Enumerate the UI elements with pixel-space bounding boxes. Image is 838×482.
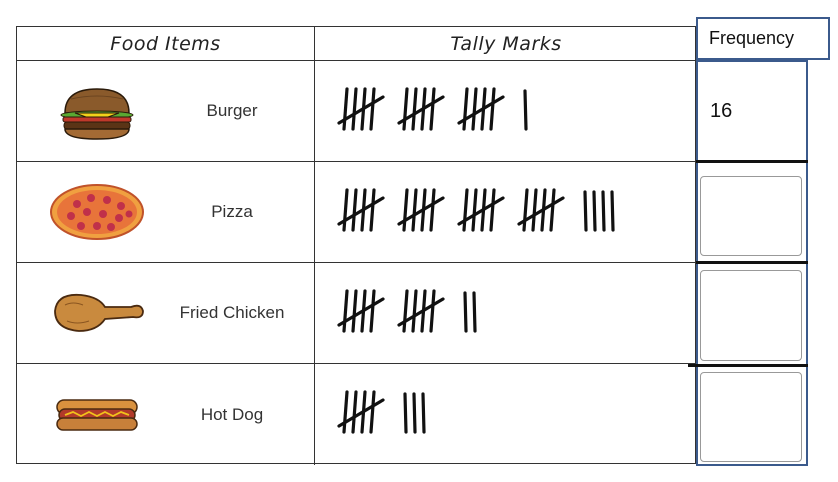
table-row-fried-chicken: Fried Chicken [17,263,695,364]
tally-stroke [351,188,358,232]
food-name: Hot Dog [200,404,264,424]
frequency-input-fried-chicken[interactable] [700,270,802,361]
tally-stroke [351,289,358,333]
food-cell: Fried Chicken [17,263,314,363]
food-name: Burger [206,101,258,120]
tally-marks [337,87,528,131]
pizza-icon [50,184,144,240]
tally-stroke [342,390,349,434]
frequency-value-burger: 16 [710,100,733,122]
frequency-input-pizza[interactable] [700,176,802,256]
tally-stroke [429,289,436,333]
table-row-pizza: Pizza [17,162,695,263]
food-name: Fried Chicken [179,303,285,322]
tally-stroke [412,392,417,434]
tally-stroke [342,289,349,333]
tally-stroke [592,190,597,232]
tally-stroke [522,188,529,232]
tally-marks-header: Tally Marks [314,27,697,60]
food-name: Pizza [211,202,253,221]
tally-marks [337,390,426,434]
tally-stroke [549,188,556,232]
tally-cell [314,364,697,465]
tally-table: Food Items Tally Marks Burger Pizza Frie… [16,26,696,465]
tally-stroke [429,87,436,131]
tally-stroke [429,188,436,232]
table-row-hot-dog: Hot Dog [17,364,695,465]
tally-stroke [421,392,426,434]
tally-stroke [411,87,418,131]
food-cell: Hot Dog [17,364,314,465]
tally-cell [314,162,697,262]
tally-marks [337,188,615,232]
tally-stroke [351,390,358,434]
tally-stroke [411,289,418,333]
tally-stroke [489,87,496,131]
tally-stroke [531,188,538,232]
frequency-input-hot-dog[interactable] [700,372,802,462]
tally-marks [337,289,477,333]
tally-stroke [462,188,469,232]
tally-stroke [369,188,376,232]
tally-stroke [472,291,477,333]
tally-cell [314,263,697,363]
tally-stroke [411,188,418,232]
tally-stroke [462,87,469,131]
table-row-burger: Burger [17,61,695,162]
tally-stroke [471,188,478,232]
tally-stroke [369,390,376,434]
table-header-row: Food Items Tally Marks [17,27,695,61]
fried-chicken-icon [54,293,144,332]
tally-stroke [523,89,528,131]
food-cell: Burger [17,61,314,161]
food-cell: Pizza [17,162,314,262]
frequency-column: 16 [688,60,808,466]
frequency-header: Frequency [696,17,830,60]
tally-stroke [583,190,588,232]
tally-stroke [601,190,606,232]
tally-stroke [342,87,349,131]
tally-stroke [369,289,376,333]
tally-stroke [471,87,478,131]
tally-stroke [402,87,409,131]
tally-stroke [402,188,409,232]
tally-stroke [610,190,615,232]
divider [688,364,808,367]
tally-stroke [403,392,408,434]
hot-dog-icon [56,399,138,431]
burger-icon [60,88,134,140]
tally-cell [314,61,697,161]
tally-stroke [402,289,409,333]
divider [696,261,808,264]
food-items-header: Food Items [110,32,221,55]
tally-stroke [489,188,496,232]
divider [696,160,808,163]
tally-stroke [369,87,376,131]
tally-stroke [351,87,358,131]
tally-stroke [342,188,349,232]
tally-stroke [463,291,468,333]
